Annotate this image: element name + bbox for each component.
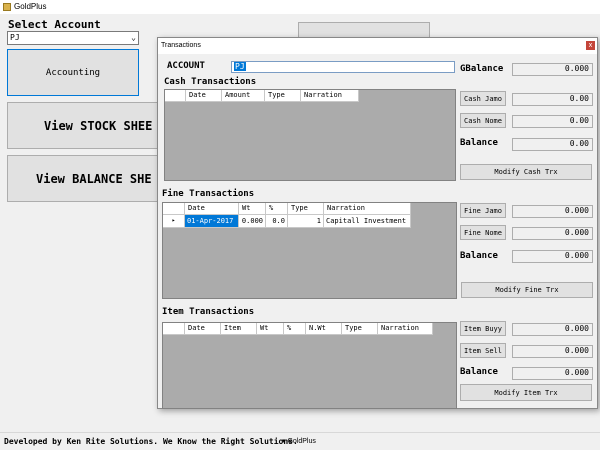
footer-credits: Developed by Ken Rite Solutions. We Know… — [4, 437, 298, 446]
view-stock-sheet-button[interactable]: View STOCK SHEE — [7, 102, 167, 149]
item-col-narration[interactable]: Narration — [378, 323, 433, 335]
main-title-bar: GoldPlus — [0, 0, 600, 14]
footer-app-selector-value: GoldPlus — [287, 438, 316, 445]
modify-cash-trx-button[interactable]: Modify Cash Trx — [460, 164, 592, 180]
cash-section-title: Cash Transactions — [164, 77, 257, 87]
item-col-wt[interactable]: Wt — [257, 323, 284, 335]
cash-col-amount[interactable]: Amount — [222, 90, 265, 102]
app-icon — [3, 3, 11, 11]
accounting-button[interactable]: Accounting — [7, 49, 139, 96]
fine-jamo-field[interactable]: 0.000 — [512, 205, 593, 218]
cash-grid-corner — [165, 90, 186, 102]
transactions-dialog: Transactions x ACCOUNT PJ GBalance 0.000… — [157, 37, 598, 409]
gbalance-label: GBalance — [460, 64, 504, 74]
item-buy-field[interactable]: 0.000 — [512, 323, 593, 336]
fine-col-pct[interactable]: % — [266, 203, 288, 215]
fine-col-date[interactable]: Date — [185, 203, 239, 215]
table-cell-narration[interactable]: Capitall Investment — [324, 215, 411, 228]
row-indicator-icon[interactable]: ▸ — [163, 215, 185, 228]
fine-nome-field[interactable]: 0.000 — [512, 227, 593, 240]
dialog-title: Transactions — [161, 42, 201, 49]
cash-jamo-field[interactable]: 0.00 — [512, 93, 593, 106]
item-balance-label: Balance — [460, 367, 498, 377]
main-window-title: GoldPlus — [14, 2, 47, 11]
fine-grid[interactable]: Date Wt % Type Narration ▸ 01-Apr-2017 0… — [162, 202, 457, 299]
chevron-down-icon[interactable]: ⌄ — [131, 32, 136, 44]
fine-col-wt[interactable]: Wt — [239, 203, 266, 215]
table-cell-date[interactable]: 01-Apr-2017 — [185, 215, 239, 228]
cash-balance-field[interactable]: 0.00 — [512, 138, 593, 151]
cash-col-type[interactable]: Type — [265, 90, 301, 102]
account-select-value: PJ — [10, 33, 20, 42]
item-grid[interactable]: Date Item Wt % N.Wt Type Narration — [162, 322, 457, 409]
account-field-value: PJ — [234, 62, 246, 71]
item-col-pct[interactable]: % — [284, 323, 306, 335]
fine-balance-label: Balance — [460, 251, 498, 261]
item-col-date[interactable]: Date — [185, 323, 221, 335]
dialog-title-bar: Transactions — [158, 38, 597, 54]
fine-jamo-button[interactable]: Fine Jamo — [460, 203, 506, 218]
account-field[interactable]: PJ — [231, 61, 455, 73]
item-col-item[interactable]: Item — [221, 323, 257, 335]
item-col-nwt[interactable]: N.Wt — [306, 323, 342, 335]
item-col-type[interactable]: Type — [342, 323, 378, 335]
gbalance-field[interactable]: 0.000 — [512, 63, 593, 76]
cash-nome-field[interactable]: 0.00 — [512, 115, 593, 128]
modify-item-trx-button[interactable]: Modify Item Trx — [460, 384, 592, 401]
item-balance-field[interactable]: 0.000 — [512, 367, 593, 380]
cash-col-narration[interactable]: Narration — [301, 90, 359, 102]
footer-app-selector[interactable]: ▾ GoldPlus — [282, 437, 316, 445]
close-icon[interactable]: x — [586, 41, 595, 50]
item-sell-field[interactable]: 0.000 — [512, 345, 593, 358]
item-grid-corner — [163, 323, 185, 335]
fine-grid-corner — [163, 203, 185, 215]
cash-jamo-button[interactable]: Cash Jamo — [460, 91, 506, 106]
item-sell-button[interactable]: Item Sell — [460, 343, 506, 358]
fine-col-narration[interactable]: Narration — [324, 203, 411, 215]
fine-balance-field[interactable]: 0.000 — [512, 250, 593, 263]
fine-section-title: Fine Transactions — [162, 189, 255, 199]
item-section-title: Item Transactions — [162, 307, 255, 317]
cash-col-date[interactable]: Date — [186, 90, 222, 102]
cash-balance-label: Balance — [460, 138, 498, 148]
table-cell-wt[interactable]: 0.000 — [239, 215, 266, 228]
fine-nome-button[interactable]: Fine Nome — [460, 225, 506, 240]
table-cell-pct[interactable]: 0.0 — [266, 215, 288, 228]
item-buy-button[interactable]: Item Buyy — [460, 321, 506, 336]
modify-fine-trx-button[interactable]: Modify Fine Trx — [461, 282, 593, 298]
account-select[interactable]: PJ ⌄ — [7, 31, 139, 45]
cash-grid[interactable]: Date Amount Type Narration — [164, 89, 456, 181]
fine-col-type[interactable]: Type — [288, 203, 324, 215]
dropdown-arrow-icon: ▾ — [282, 438, 286, 445]
account-label: ACCOUNT — [167, 61, 205, 71]
view-balance-sheet-button[interactable]: View BALANCE SHE — [7, 155, 167, 202]
select-account-label: Select Account — [8, 18, 101, 31]
cash-nome-button[interactable]: Cash Nome — [460, 113, 506, 128]
table-cell-type[interactable]: 1 — [288, 215, 324, 228]
